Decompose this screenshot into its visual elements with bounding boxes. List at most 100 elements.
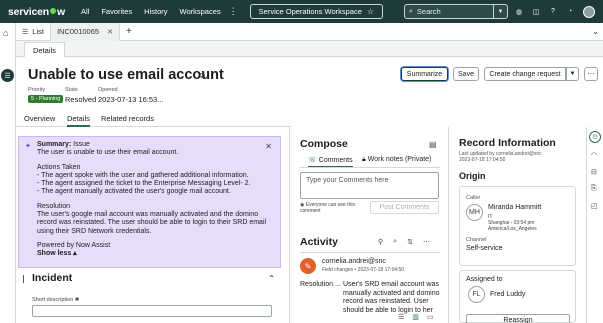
avatar[interactable]: MH [466, 204, 483, 221]
nav-links: All Favorites History Workspaces [75, 7, 227, 16]
activity-text: User's SRD email account was manually ac… [343, 281, 440, 314]
divider [289, 127, 290, 323]
state-value: Resolved [65, 95, 97, 104]
caller-details: IT Shanghai - 03:54 pm America/Los_Angel… [488, 214, 537, 232]
search-icon: ⌕ [409, 7, 413, 15]
comments-input[interactable]: Type your Comments here [300, 172, 439, 199]
summarize-button[interactable]: Summarize [401, 67, 448, 81]
subtab-details[interactable]: Details [24, 42, 65, 57]
sparkle-icon: ✦ [25, 143, 31, 150]
compose-options-icon[interactable]: ▤ [429, 140, 437, 149]
channel-label: Channel [466, 237, 487, 243]
subtabs-bar: Details [16, 41, 603, 57]
powered-by: Powered by Now Assist [37, 241, 111, 249]
help-icon[interactable]: ? [549, 8, 557, 16]
comments-icon: ☏ [308, 157, 317, 164]
show-less-link[interactable]: Show less ▴ [37, 250, 274, 258]
tab-overview[interactable]: Overview [24, 114, 55, 123]
more-vertical-icon[interactable]: ⋮ [229, 6, 238, 17]
post-comments-button[interactable]: Post Comments [370, 201, 439, 214]
resolution-line: The user's google mail account was manua… [37, 211, 259, 219]
action-item: - The agent assigned the ticket to the E… [37, 180, 251, 188]
record-tabs: ☰ List INC0010065 ✕ + ⌄ [16, 22, 603, 41]
activity-meta: Field changes • 2023-07-18 17:04:50 [322, 267, 405, 273]
workspace-pill[interactable]: Service Operations Workspace ☆ [249, 4, 384, 19]
activity-user[interactable]: cornelia.andrei@snc [322, 258, 386, 265]
chevron-down-icon[interactable]: ⌄ [592, 27, 599, 36]
tab-incident[interactable]: INC0010065 ✕ [50, 22, 120, 41]
nav-workspaces[interactable]: Workspaces [174, 7, 227, 16]
top-icons: ◍ ◫ ? ◔ [515, 0, 603, 23]
attachment-icon[interactable]: ⎘ [591, 185, 597, 193]
tab-work-notes[interactable]: 🔒︎ Work notes (Private) [362, 156, 431, 164]
catalog-icon[interactable]: ◰ [591, 202, 598, 210]
layout-split-icon[interactable]: ▥ [412, 313, 419, 321]
tag-icon[interactable]: ⊘ [199, 71, 206, 80]
tab-related-records[interactable]: Related records [101, 114, 154, 123]
state-field: State Resolved [65, 87, 96, 104]
menu-icon[interactable]: ☰ [1, 69, 14, 82]
caller-name[interactable]: Miranda Hammitt [488, 204, 541, 211]
right-rail: ⊙ ◠ ⊟ ⎘ ◰ [586, 127, 603, 323]
caller-label: Caller [466, 195, 481, 201]
search-input[interactable]: Search [417, 7, 441, 16]
servicenow-logo[interactable]: servicen w [8, 6, 65, 18]
last-updated: Last updated by cornelia.andrei@snc 2023… [459, 151, 542, 163]
activity-title: Activity [300, 236, 338, 248]
agent-assist-icon[interactable]: ◠ [591, 151, 597, 159]
resolution-line: record was reinstated. The user should b… [37, 219, 267, 227]
record-title: Unable to use email account [28, 67, 224, 83]
tab-list[interactable]: ☰ List [16, 22, 51, 41]
chevron-down-icon[interactable]: ▼ [566, 67, 579, 81]
reassign-button[interactable]: Reassign [466, 314, 570, 323]
more-icon[interactable]: ⋯ [423, 238, 430, 246]
save-button[interactable]: Save [453, 67, 479, 81]
divider [300, 167, 440, 168]
template-icon[interactable]: ⊟ [591, 168, 597, 176]
global-search[interactable]: ⌕ Search ▼ [404, 4, 508, 19]
add-tab-button[interactable]: + [120, 23, 138, 41]
more-actions-button[interactable]: ⋯ [584, 67, 598, 81]
create-change-request-button[interactable]: Create change request [484, 67, 566, 81]
star-icon[interactable]: ☆ [367, 7, 374, 16]
short-description-input[interactable] [32, 305, 272, 317]
layout-list-icon[interactable]: ☰ [398, 313, 404, 321]
chevron-down-icon[interactable]: ▼ [493, 5, 507, 18]
nav-all[interactable]: All [75, 7, 95, 16]
nav-history[interactable]: History [138, 7, 173, 16]
resolution-title: Resolution [37, 202, 71, 210]
close-icon[interactable]: ✕ [107, 28, 113, 36]
origin-title: Origin [459, 171, 486, 181]
priority-badge: 5 - Planning [28, 95, 64, 103]
home-icon[interactable]: ⌂ [3, 28, 8, 38]
info-icon[interactable]: ⊙ [589, 131, 601, 143]
chevron-up-icon[interactable]: ⌃ [268, 274, 275, 283]
opened-value: 2023-07-13 16:53... [98, 95, 164, 104]
layout-toggle: ☰ ▥ ▭ [398, 313, 434, 321]
opened-label: Opened [98, 87, 118, 93]
assigned-name[interactable]: Fred Luddy [490, 291, 525, 298]
nav-favorites[interactable]: Favorites [95, 7, 138, 16]
activity-avatar: ✎ [300, 258, 316, 274]
user-avatar[interactable] [583, 5, 595, 18]
tab-details[interactable]: Details [67, 114, 90, 127]
layout-full-icon[interactable]: ▭ [427, 313, 434, 321]
left-rail: ⌂ ☰ [0, 23, 16, 323]
record-info-title: Record Information [459, 137, 556, 149]
channel-value: Self-service [466, 245, 503, 252]
globe-icon[interactable]: ◍ [515, 8, 523, 16]
chat-icon[interactable]: ◫ [532, 8, 540, 16]
visibility-note: ◉ Everyone can see this comment [300, 202, 355, 214]
avatar[interactable]: FL [468, 286, 485, 303]
actions-title: Actions Taken [37, 163, 81, 171]
lock-icon: 🔒︎ [362, 156, 366, 163]
now-assist-summary: ✦ ✕ Summary: Issue The user is unable to… [18, 136, 281, 268]
workspace-pill-label: Service Operations Workspace [258, 7, 362, 16]
drag-handle[interactable] [23, 275, 24, 283]
search-icon[interactable]: ⌕ [393, 238, 397, 246]
sort-icon[interactable]: ⇅ [407, 238, 413, 246]
activity-toolbar: ⚲ ⌕ ⇅ ⋯ [378, 238, 430, 246]
close-icon[interactable]: ✕ [265, 142, 272, 151]
bell-icon[interactable]: ◔ [566, 8, 574, 16]
filter-icon[interactable]: ⚲ [378, 238, 383, 246]
